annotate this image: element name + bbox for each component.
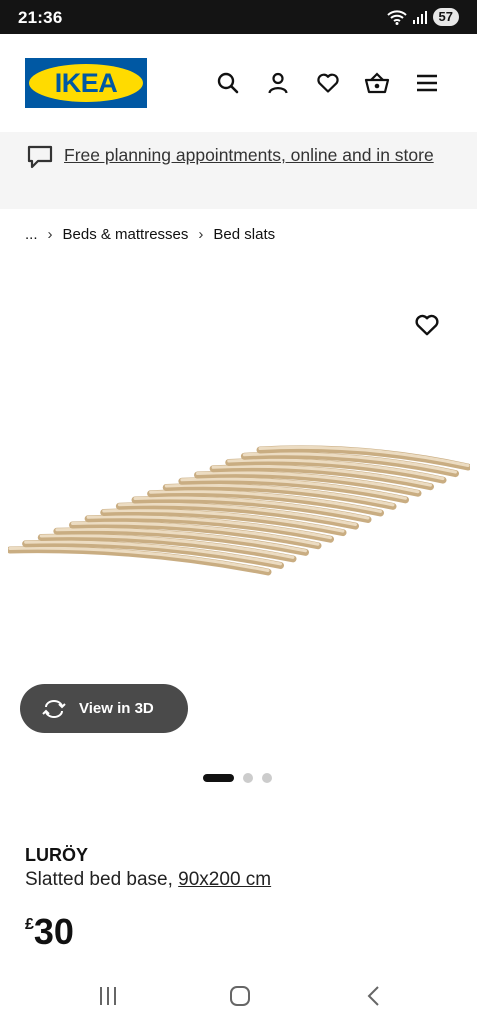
status-bar: 21:36 57 [0,0,477,34]
add-to-favourites-icon[interactable] [414,312,440,338]
carousel-dot-2[interactable] [243,773,253,783]
product-type: Slatted bed base, [25,869,179,890]
product-size-link[interactable]: 90x200 cm [178,869,271,890]
breadcrumb-bed-slats[interactable]: Bed slats [213,226,275,243]
logo-oval: IKEA [29,64,143,102]
chat-icon [27,145,53,169]
system-nav-bar [0,968,477,1024]
menu-icon[interactable] [414,70,440,96]
battery-indicator: 57 [432,8,459,26]
breadcrumb-ellipsis[interactable]: ... [25,226,38,243]
carousel-indicator [203,773,272,783]
back-icon[interactable] [362,984,386,1008]
status-icons: 57 [386,8,459,26]
product-image[interactable] [8,440,470,590]
planning-appointments-link[interactable]: Free planning appointments, online and i… [64,142,444,169]
product-price: £ 30 [25,912,74,952]
carousel-dot-1[interactable] [203,774,234,782]
price-amount: 30 [33,911,74,952]
breadcrumb-beds-mattresses[interactable]: Beds & mattresses [63,226,189,243]
wifi-icon [386,10,407,25]
chevron-right-icon: › [198,226,204,243]
logo-text: IKEA [54,67,118,98]
carousel-dot-3[interactable] [262,773,272,783]
search-icon[interactable] [215,70,241,96]
ikea-logo[interactable]: IKEA [25,58,147,108]
site-header: IKEA [0,34,477,132]
recent-apps-icon[interactable] [96,984,120,1008]
profile-icon[interactable] [265,70,291,96]
view-in-3d-label: View in 3D [79,700,154,717]
rotate-icon [42,699,66,718]
signal-icon [412,11,427,24]
heart-icon[interactable] [315,70,341,96]
home-icon[interactable] [228,984,252,1008]
basket-icon[interactable] [364,70,390,96]
chevron-right-icon: › [47,226,53,243]
breadcrumb: ... › Beds & mattresses › Bed slats [25,226,275,243]
product-description: Slatted bed base, 90x200 cm [25,869,271,891]
status-time: 21:36 [18,8,63,27]
promo-banner: Free planning appointments, online and i… [0,132,477,209]
view-in-3d-button[interactable]: View in 3D [20,684,188,733]
product-name: LURÖY [25,845,88,865]
price-currency: £ [25,916,34,933]
